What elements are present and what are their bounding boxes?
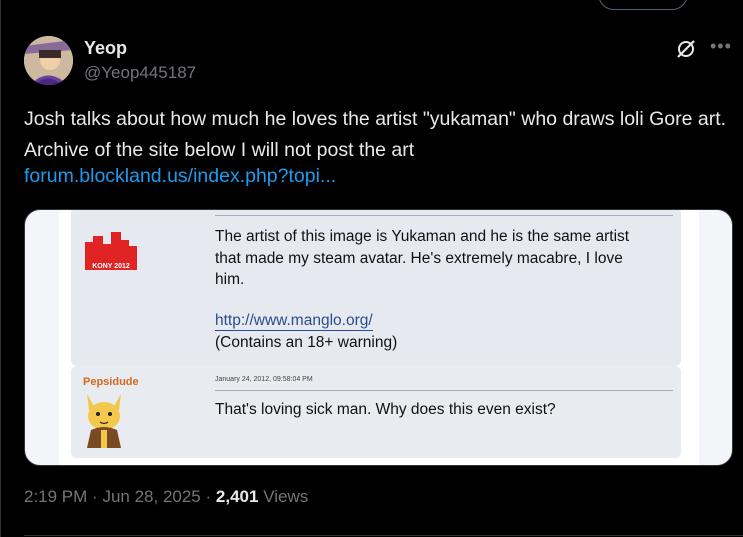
divider bbox=[24, 535, 743, 536]
meta-separator: · bbox=[205, 487, 212, 506]
tweet-meta: 2:19 PM · Jun 28, 2025 · 2,401 Views bbox=[24, 487, 308, 507]
avatar-image bbox=[24, 36, 73, 85]
tweet-media-image[interactable]: KONY 2012 The artist of this image is Yu… bbox=[24, 209, 733, 466]
display-name[interactable]: Yeop bbox=[84, 38, 127, 59]
meta-separator: · bbox=[92, 487, 98, 506]
more-icon[interactable]: ••• bbox=[710, 36, 732, 57]
post-divider bbox=[215, 215, 673, 216]
post-warning: (Contains an 18+ warning) bbox=[215, 334, 398, 351]
post-body: The artist of this image is Yukaman and … bbox=[215, 228, 630, 288]
kony-logo: KONY 2012 bbox=[85, 232, 137, 270]
views-count[interactable]: 2,401 bbox=[216, 487, 259, 506]
tweet-text: Josh talks about how much he loves the a… bbox=[24, 108, 727, 161]
post-divider bbox=[215, 390, 673, 391]
user-handle[interactable]: @Yeop445187 bbox=[84, 63, 196, 83]
tweet-time[interactable]: 2:19 PM bbox=[24, 487, 87, 506]
forum-avatar-fox bbox=[87, 394, 121, 448]
column-border bbox=[0, 0, 1, 537]
avatar[interactable] bbox=[24, 36, 73, 85]
tweet-link[interactable]: forum.blockland.us/index.php?topi... bbox=[24, 165, 336, 188]
tweet-date[interactable]: Jun 28, 2025 bbox=[102, 487, 200, 506]
post-link[interactable]: http://www.manglo.org/ bbox=[215, 312, 373, 331]
views-label: Views bbox=[263, 487, 309, 506]
post-date: January 24, 2012, 09:58:04 PM bbox=[215, 376, 313, 383]
post-body: That's loving sick man. Why does this ev… bbox=[215, 401, 556, 418]
post-author: Pepsidude bbox=[83, 376, 139, 388]
grok-icon[interactable] bbox=[675, 38, 697, 60]
kony-logo-caption: KONY 2012 bbox=[92, 263, 130, 270]
top-pill-button[interactable] bbox=[598, 0, 688, 10]
